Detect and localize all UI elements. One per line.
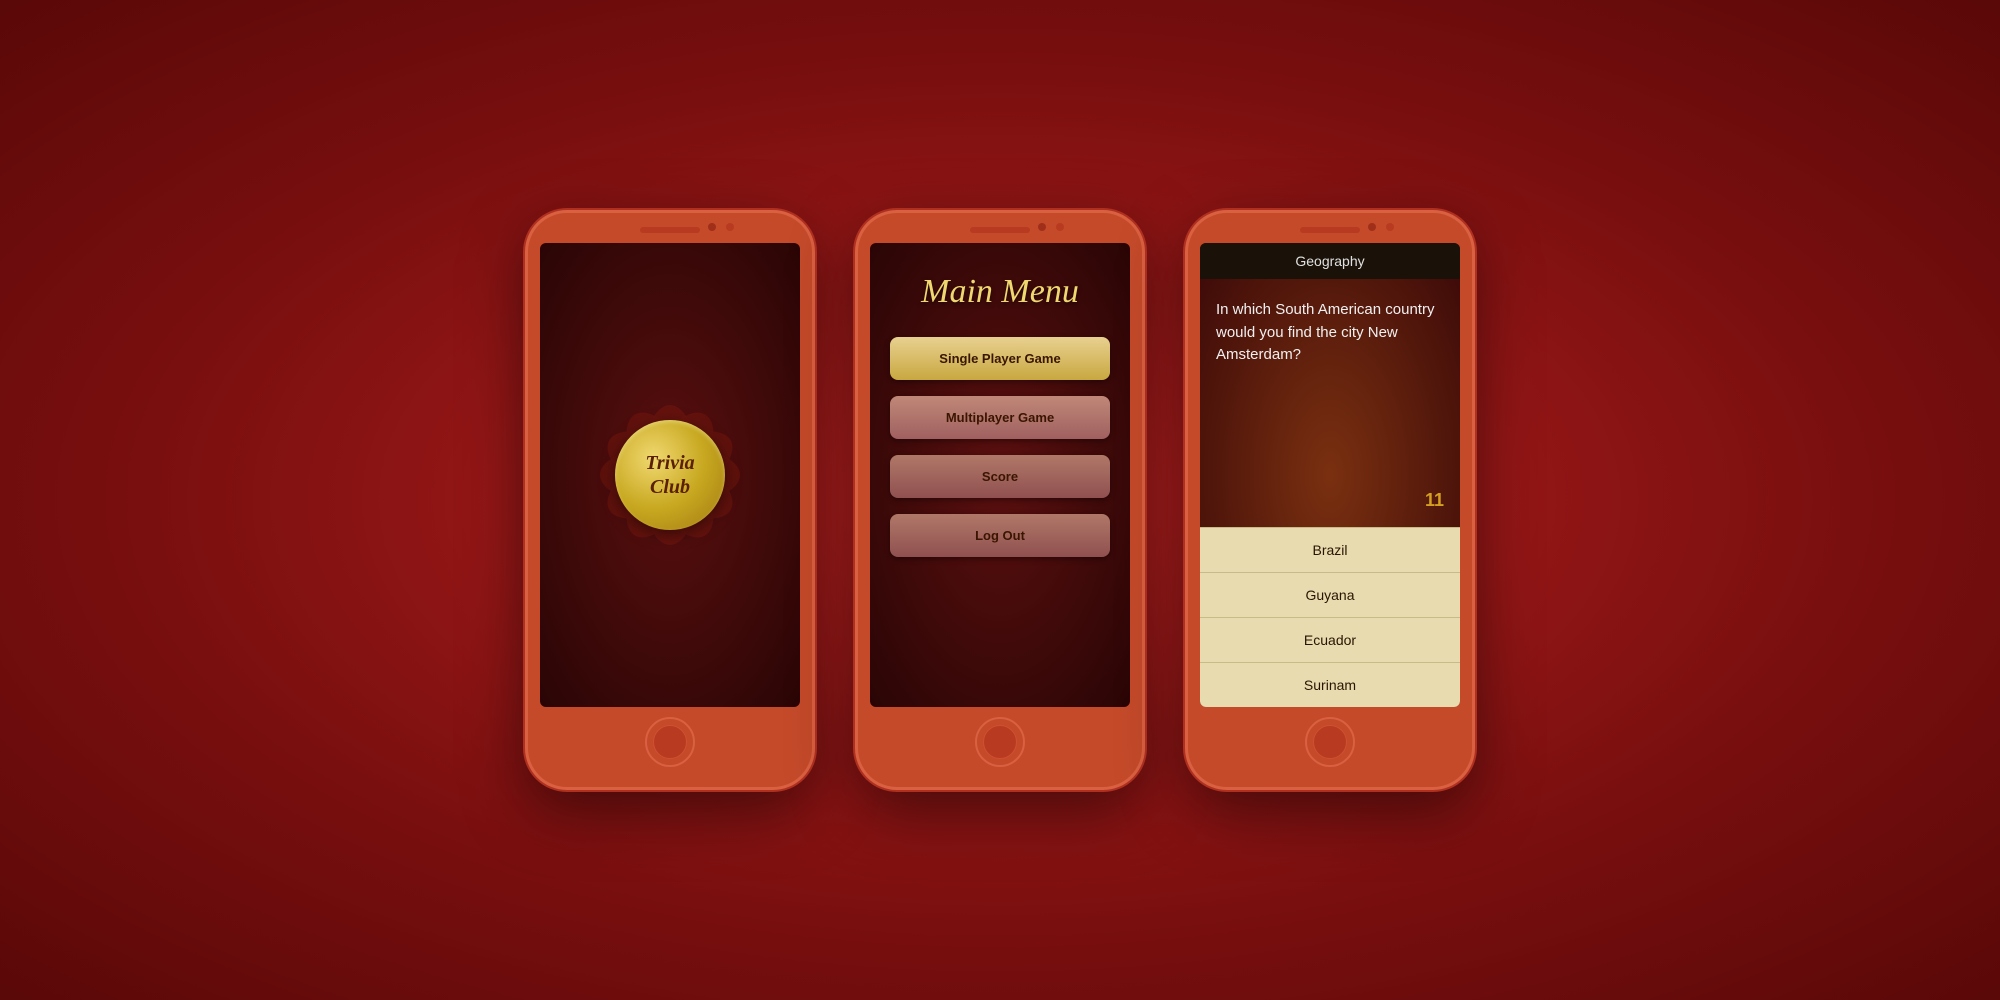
answer-surinam[interactable]: Surinam (1200, 662, 1460, 707)
quiz-header: Geography (1200, 243, 1460, 279)
home-button-inner-3 (1313, 725, 1347, 759)
quiz-category-label: Geography (1295, 253, 1364, 269)
phone-quiz: Geography In which South American countr… (1185, 210, 1475, 790)
quiz-question-area: In which South American country would yo… (1200, 279, 1460, 527)
quiz-answers-list: Brazil Guyana Ecuador Surinam (1200, 527, 1460, 707)
main-menu-title: Main Menu (921, 273, 1079, 311)
answer-ecuador[interactable]: Ecuador (1200, 617, 1460, 662)
home-button-inner (653, 725, 687, 759)
home-button-2[interactable] (975, 717, 1025, 767)
phone-camera-icon (708, 223, 716, 231)
logo-text: Trivia Club (645, 451, 694, 499)
single-player-button[interactable]: Single Player Game (890, 337, 1110, 380)
logout-button[interactable]: Log Out (890, 514, 1110, 557)
phone-camera-icon-2 (1038, 223, 1046, 231)
multiplayer-button[interactable]: Multiplayer Game (890, 396, 1110, 439)
quiz-screen: Geography In which South American countr… (1200, 243, 1460, 707)
answer-guyana[interactable]: Guyana (1200, 572, 1460, 617)
quiz-timer: 11 (1425, 490, 1444, 511)
quiz-question-text: In which South American country would yo… (1216, 299, 1444, 367)
home-button[interactable] (645, 717, 695, 767)
home-button-3[interactable] (1305, 717, 1355, 767)
phone-splash: Trivia Club (525, 210, 815, 790)
phone-menu: Main Menu Single Player Game Multiplayer… (855, 210, 1145, 790)
score-button[interactable]: Score (890, 455, 1110, 498)
home-button-inner-2 (983, 725, 1017, 759)
logo-coin: Trivia Club (615, 420, 725, 530)
splash-screen: Trivia Club (540, 243, 800, 707)
phone-camera-icon-3 (1368, 223, 1376, 231)
menu-screen: Main Menu Single Player Game Multiplayer… (870, 243, 1130, 707)
answer-brazil[interactable]: Brazil (1200, 527, 1460, 572)
